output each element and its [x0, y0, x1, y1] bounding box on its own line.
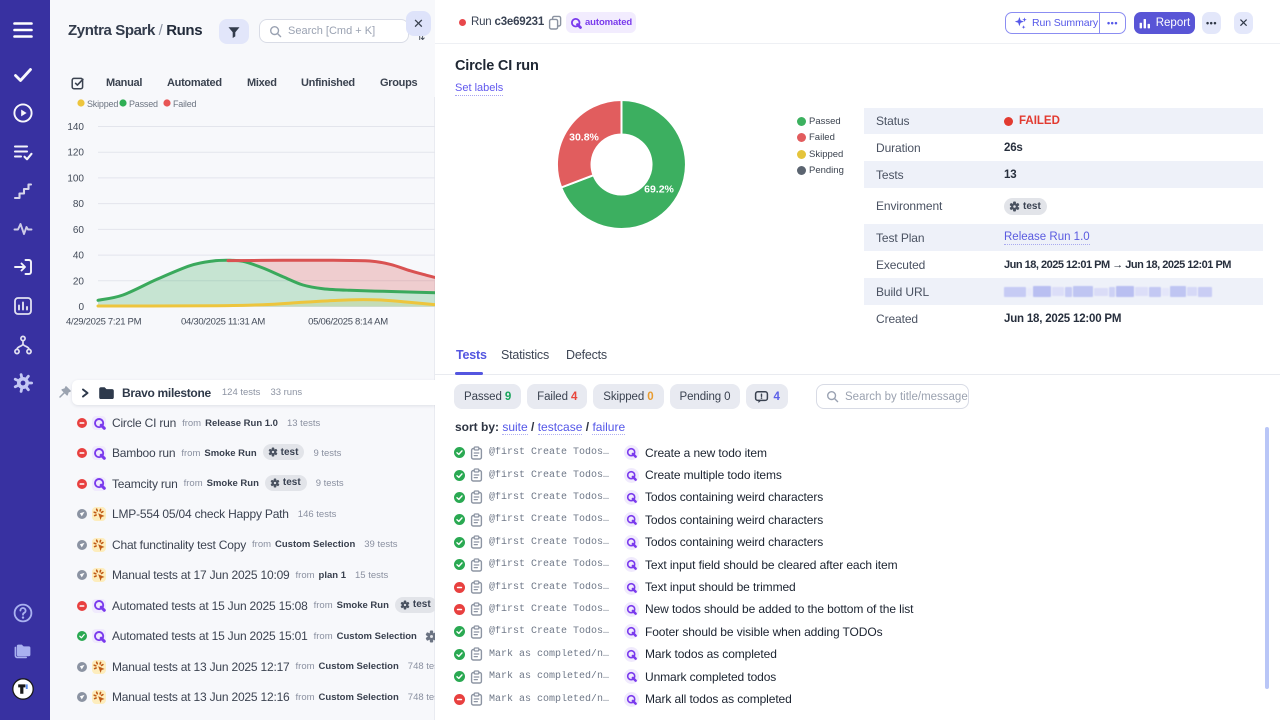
svg-text:0: 0 — [78, 302, 84, 313]
svg-text:Failed: Failed — [173, 99, 197, 109]
svg-text:80: 80 — [73, 199, 85, 210]
svg-text:Skipped: Skipped — [87, 99, 118, 109]
svg-text:Passed: Passed — [129, 99, 158, 109]
svg-text:04/30/2025 11:31 AM: 04/30/2025 11:31 AM — [181, 317, 265, 328]
svg-text:60: 60 — [73, 225, 85, 236]
svg-text:120: 120 — [67, 148, 84, 159]
svg-text:40: 40 — [73, 251, 85, 262]
svg-text:20: 20 — [73, 276, 85, 287]
svg-text:140: 140 — [67, 122, 84, 133]
svg-text:05/06/2025 8:14 AM: 05/06/2025 8:14 AM — [308, 317, 388, 328]
svg-text:100: 100 — [67, 173, 84, 184]
svg-text:4/29/2025 7:21 PM: 4/29/2025 7:21 PM — [66, 317, 142, 328]
